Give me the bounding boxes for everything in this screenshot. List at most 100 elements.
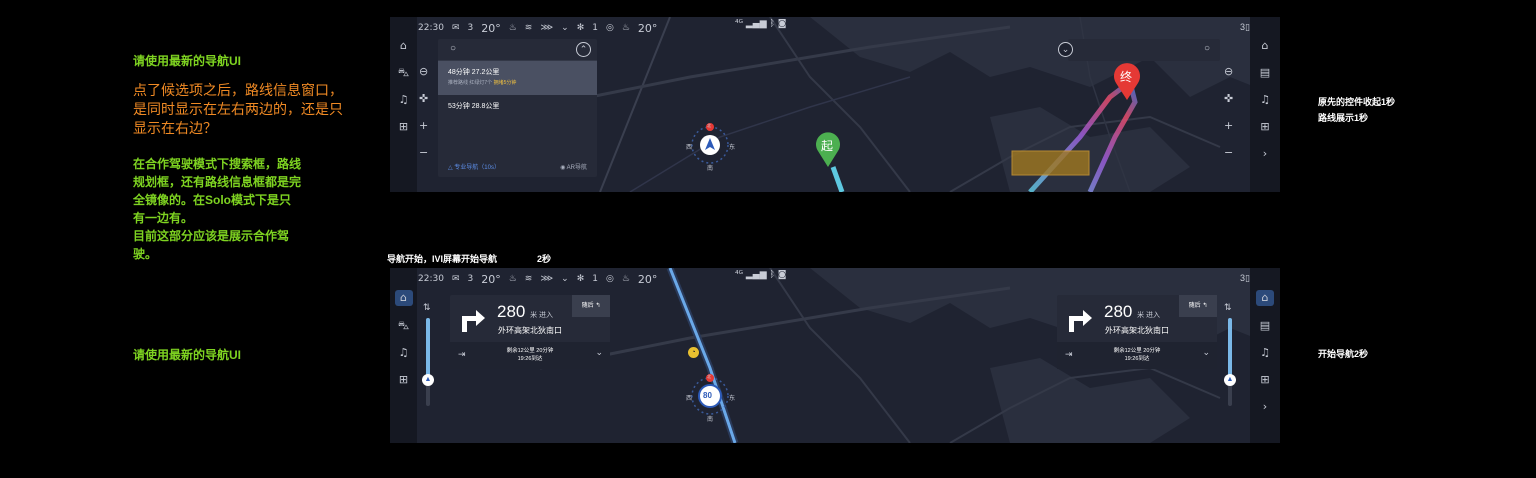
mail-count: 3 bbox=[467, 23, 474, 33]
apps-icon[interactable]: ⊞ bbox=[397, 373, 411, 387]
right-map-controls: ⊖ ✜ + − bbox=[1224, 65, 1233, 159]
then-turn-indicator: 随后 ↰ bbox=[1179, 295, 1217, 317]
search-bar-right[interactable]: ⌄ ○ bbox=[1058, 39, 1220, 61]
seat-heat-right-icon[interactable]: ♨ bbox=[622, 274, 630, 284]
right-sidebar: ⌂ ▤ ♫ ⊞ › bbox=[1250, 268, 1280, 443]
defrost-front-icon[interactable]: ≋ bbox=[525, 274, 533, 284]
compass[interactable]: 80 北 西 东 南 bbox=[686, 372, 735, 426]
mail-icon[interactable]: ✉ bbox=[452, 23, 460, 33]
temp-left[interactable]: 20° bbox=[481, 22, 501, 35]
section-time: 2秒 bbox=[537, 254, 552, 264]
speed-readout: 80 bbox=[703, 391, 712, 400]
ar-nav-button[interactable]: ◉ AR导航 bbox=[560, 162, 587, 171]
chevron-down-icon[interactable]: ⌄ bbox=[561, 23, 569, 33]
route-option[interactable]: 48分钟 27.2公里 推荐路线 红绿灯7个 拥堵5分钟 bbox=[438, 61, 597, 95]
navigation-screen: 22:30 ✉ 3 20° ♨ ≋ ⋙ ⌄ ✻ 1 ◎ ♨ 20° ⁴ᴳ ▂▄▆… bbox=[390, 268, 1280, 443]
guidance-card-right[interactable]: 280 米 进入 外环高架北狄南口 随后 ↰ ⇥ 剩余12公里 20分钟 19:2… bbox=[1057, 295, 1217, 369]
bluetooth-icon: ᛒ bbox=[769, 19, 775, 29]
turn-distance-unit: 米 进入 bbox=[530, 312, 554, 319]
route-option[interactable]: 53分钟 28.8公里 bbox=[438, 95, 597, 129]
chevron-down-icon[interactable]: ⌄ bbox=[595, 347, 603, 358]
music-icon[interactable]: ♫ bbox=[1258, 346, 1272, 360]
layers-icon[interactable]: ⊖ bbox=[419, 65, 428, 78]
note-route-window-question: 点了候选项之后，路线信息窗口， 是同时显示在左右两边的，还是只 显示在右边？ bbox=[133, 82, 343, 136]
status-bar: 22:30 ✉ 3 20° ♨ ≋ ⋙ ⌄ ✻ 1 ◎ ♨ 20° bbox=[418, 270, 657, 288]
defrost-rear-icon[interactable]: ⋙ bbox=[540, 23, 553, 33]
fan-icon[interactable]: ✻ bbox=[577, 23, 585, 33]
route-panel-left: ○ ⌃ 48分钟 27.2公里 推荐路线 红绿灯7个 拥堵5分钟 53分钟 28… bbox=[438, 39, 597, 177]
guidance-card-left[interactable]: 280 米 进入 外环高架北狄南口 随后 ↰ ⇥ 剩余12公里 20分钟 19:2… bbox=[450, 295, 610, 369]
status-signals: ⁴ᴳ ▂▄▆ ᛒ ◙ bbox=[735, 270, 787, 280]
zoom-in-icon[interactable]: + bbox=[1224, 119, 1233, 132]
home-icon[interactable]: ⌂ bbox=[1256, 290, 1274, 306]
apps-icon[interactable]: ⊞ bbox=[397, 120, 411, 134]
gamepad-icon[interactable]: ◙ bbox=[778, 19, 787, 29]
temp-left[interactable]: 20° bbox=[481, 273, 501, 286]
right-sidebar: ⌂ ▤ ♫ ⊞ › bbox=[1250, 17, 1280, 192]
turn-right-icon bbox=[462, 310, 485, 332]
seat-heat-icon[interactable]: ♨ bbox=[509, 274, 517, 284]
left-sidebar: ⌂ ⛍ ♫ ⊞ bbox=[390, 268, 417, 443]
lte-icon: ⁴ᴳ bbox=[735, 19, 743, 29]
zoom-slider[interactable]: ▲ bbox=[1224, 318, 1236, 406]
music-icon[interactable]: ♫ bbox=[397, 93, 411, 107]
steering-heat-icon[interactable]: ◎ bbox=[606, 274, 614, 284]
search-icon[interactable]: ○ bbox=[450, 43, 456, 54]
seat-heat-right-icon[interactable]: ♨ bbox=[622, 23, 630, 33]
media-icon[interactable]: ▤ bbox=[1258, 66, 1272, 80]
mail-icon[interactable]: ✉ bbox=[452, 274, 460, 284]
seat-heat-icon[interactable]: ♨ bbox=[509, 23, 517, 33]
zoom-out-icon[interactable]: − bbox=[419, 146, 428, 159]
start-marker-label: 起 bbox=[821, 139, 834, 153]
car-icon[interactable]: ⛍ bbox=[397, 319, 411, 333]
note-route-display: 路线展示1秒 bbox=[1318, 113, 1369, 123]
reroute-icon[interactable]: ⇅ bbox=[423, 302, 431, 313]
gamepad-icon[interactable]: ◙ bbox=[778, 270, 787, 280]
zoom-out-icon[interactable]: − bbox=[1224, 146, 1233, 159]
page-indicator: 3▯ bbox=[1240, 273, 1250, 283]
section-title: 导航开始，IVI屏幕开始导航 bbox=[387, 254, 498, 264]
music-icon[interactable]: ♫ bbox=[1258, 93, 1272, 107]
fan-icon[interactable]: ✻ bbox=[577, 274, 585, 284]
mail-count: 3 bbox=[467, 274, 474, 284]
zoom-slider[interactable]: ▲ bbox=[422, 318, 434, 406]
search-icon[interactable]: ○ bbox=[1204, 43, 1210, 54]
chevron-down-icon[interactable]: ⌄ bbox=[1202, 347, 1210, 358]
reroute-icon[interactable]: ⇅ bbox=[1224, 302, 1232, 313]
route-planning-screen: 起 终 22:30 ✉ 3 20° ♨ ≋ ⋙ ⌄ ✻ 1 ◎ ♨ 20° ⁴ᴳ… bbox=[390, 17, 1280, 192]
locate-icon[interactable]: ✜ bbox=[1224, 92, 1233, 105]
steering-heat-icon[interactable]: ◎ bbox=[606, 23, 614, 33]
nav-arrow-icon[interactable]: ▲ bbox=[422, 374, 434, 386]
zoom-in-icon[interactable]: + bbox=[419, 119, 428, 132]
temp-right[interactable]: 20° bbox=[638, 22, 658, 35]
chevron-right-icon[interactable]: › bbox=[1258, 400, 1272, 414]
music-icon[interactable]: ♫ bbox=[397, 346, 411, 360]
chevron-right-icon[interactable]: › bbox=[1258, 147, 1272, 161]
turn-distance-unit: 米 进入 bbox=[1137, 312, 1161, 319]
media-icon[interactable]: ▤ bbox=[1258, 319, 1272, 333]
left-sidebar: ⌂ ⛍ ♫ ⊞ bbox=[390, 17, 417, 192]
turn-left-icon: ↰ bbox=[1202, 303, 1208, 309]
expand-down-icon[interactable]: ⌄ bbox=[1058, 42, 1073, 57]
chevron-down-icon[interactable]: ⌄ bbox=[561, 274, 569, 284]
car-icon[interactable]: ⛍ bbox=[397, 66, 411, 80]
compass[interactable]: 北 西 东 南 bbox=[686, 121, 735, 175]
defrost-rear-icon[interactable]: ⋙ bbox=[540, 274, 553, 284]
home-icon[interactable]: ⌂ bbox=[1258, 39, 1272, 53]
layers-icon[interactable]: ⊖ bbox=[1224, 65, 1233, 78]
defrost-front-icon[interactable]: ≋ bbox=[525, 23, 533, 33]
locate-icon[interactable]: ✜ bbox=[419, 92, 428, 105]
apps-icon[interactable]: ⊞ bbox=[1258, 373, 1272, 387]
home-icon[interactable]: ⌂ bbox=[397, 39, 411, 53]
temp-right[interactable]: 20° bbox=[638, 273, 658, 286]
home-icon[interactable]: ⌂ bbox=[394, 290, 413, 306]
search-bar[interactable]: ○ ⌃ bbox=[438, 39, 597, 61]
collapse-up-icon[interactable]: ⌃ bbox=[576, 42, 591, 57]
bluetooth-icon: ᛒ bbox=[769, 270, 775, 280]
pro-nav-button[interactable]: △ 专业导航（10s） bbox=[448, 162, 500, 171]
note-cooperative-mode: 在合作驾驶模式下搜索框，路线 规划框，还有路线信息框都是完 全镜像的。在Solo… bbox=[133, 157, 302, 261]
turn-left-icon: ↰ bbox=[595, 303, 601, 309]
nav-arrow-icon[interactable]: ▲ bbox=[1224, 374, 1236, 386]
apps-icon[interactable]: ⊞ bbox=[1258, 120, 1272, 134]
turn-distance: 280 bbox=[1104, 302, 1133, 321]
